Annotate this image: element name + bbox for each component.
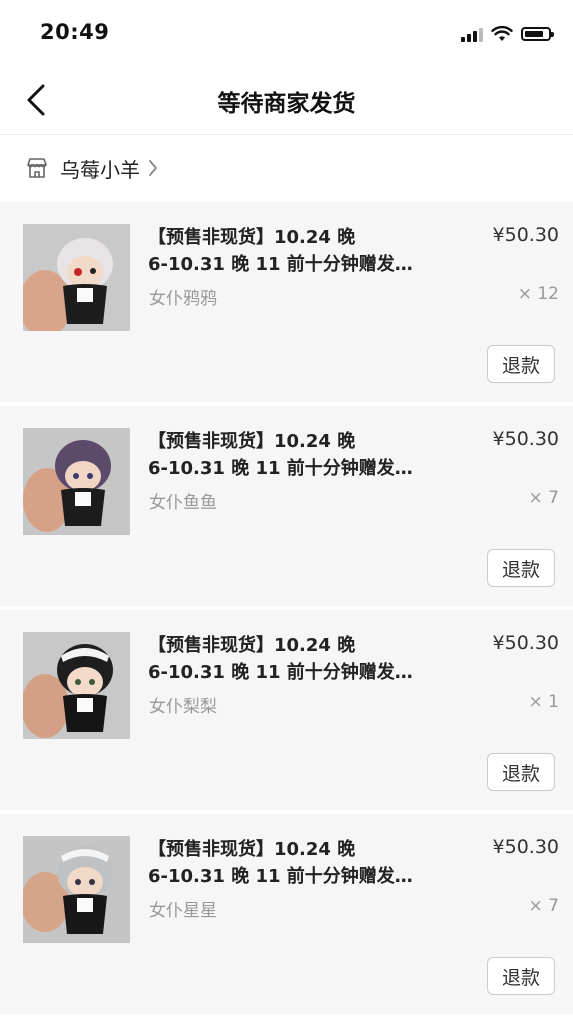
status-bar: 20:49 xyxy=(0,0,573,66)
product-quantity: × 7 xyxy=(528,488,559,508)
product-title[interactable]: 【预售非现货】10.24 晚 6-10.31 晚 11 前十分钟赠发… xyxy=(148,224,428,278)
store-icon xyxy=(24,155,50,181)
product-quantity: × 12 xyxy=(517,284,559,304)
product-image[interactable] xyxy=(23,428,130,535)
order-item[interactable]: 【预售非现货】10.24 晚 6-10.31 晚 11 前十分钟赠发… 女仆鱼鱼… xyxy=(0,406,573,606)
product-image[interactable] xyxy=(23,224,130,331)
product-price: ¥50.30 xyxy=(492,224,559,246)
product-quantity: × 1 xyxy=(528,692,559,712)
product-price: ¥50.30 xyxy=(492,632,559,654)
product-title[interactable]: 【预售非现货】10.24 晚 6-10.31 晚 11 前十分钟赠发… xyxy=(148,836,428,890)
refund-button[interactable]: 退款 xyxy=(487,753,555,791)
order-item[interactable]: 【预售非现货】10.24 晚 6-10.31 晚 11 前十分钟赠发… 女仆梨梨… xyxy=(0,610,573,810)
page-title: 等待商家发货 xyxy=(217,91,356,117)
product-price: ¥50.30 xyxy=(492,836,559,858)
product-title[interactable]: 【预售非现货】10.24 晚 6-10.31 晚 11 前十分钟赠发… xyxy=(148,632,428,686)
refund-button[interactable]: 退款 xyxy=(487,345,555,383)
product-image[interactable] xyxy=(23,836,130,943)
battery-icon xyxy=(521,27,554,41)
product-variant: 女仆鸦鸦 xyxy=(149,289,217,309)
refund-button[interactable]: 退款 xyxy=(487,549,555,587)
refund-button[interactable]: 退款 xyxy=(487,957,555,995)
product-title[interactable]: 【预售非现货】10.24 晚 6-10.31 晚 11 前十分钟赠发… xyxy=(148,428,428,482)
product-variant: 女仆鱼鱼 xyxy=(149,493,217,513)
order-item[interactable]: 【预售非现货】10.24 晚 6-10.31 晚 11 前十分钟赠发… 女仆鸦鸦… xyxy=(0,202,573,402)
nav-bar: 等待商家发货 xyxy=(0,66,573,135)
shop-name[interactable]: 乌莓小羊 xyxy=(60,154,140,183)
product-price: ¥50.30 xyxy=(492,428,559,450)
product-image[interactable] xyxy=(23,632,130,739)
status-time: 20:49 xyxy=(40,20,110,44)
product-quantity: × 7 xyxy=(528,896,559,916)
cellular-signal-icon xyxy=(461,26,483,42)
product-variant: 女仆梨梨 xyxy=(149,697,217,717)
shop-row[interactable]: 乌莓小羊 xyxy=(0,135,573,201)
product-variant: 女仆星星 xyxy=(149,901,217,921)
order-item[interactable]: 【预售非现货】10.24 晚 6-10.31 晚 11 前十分钟赠发… 女仆星星… xyxy=(0,814,573,1014)
status-icons xyxy=(461,24,554,44)
chevron-right-icon xyxy=(148,159,158,177)
wifi-icon xyxy=(491,26,513,41)
